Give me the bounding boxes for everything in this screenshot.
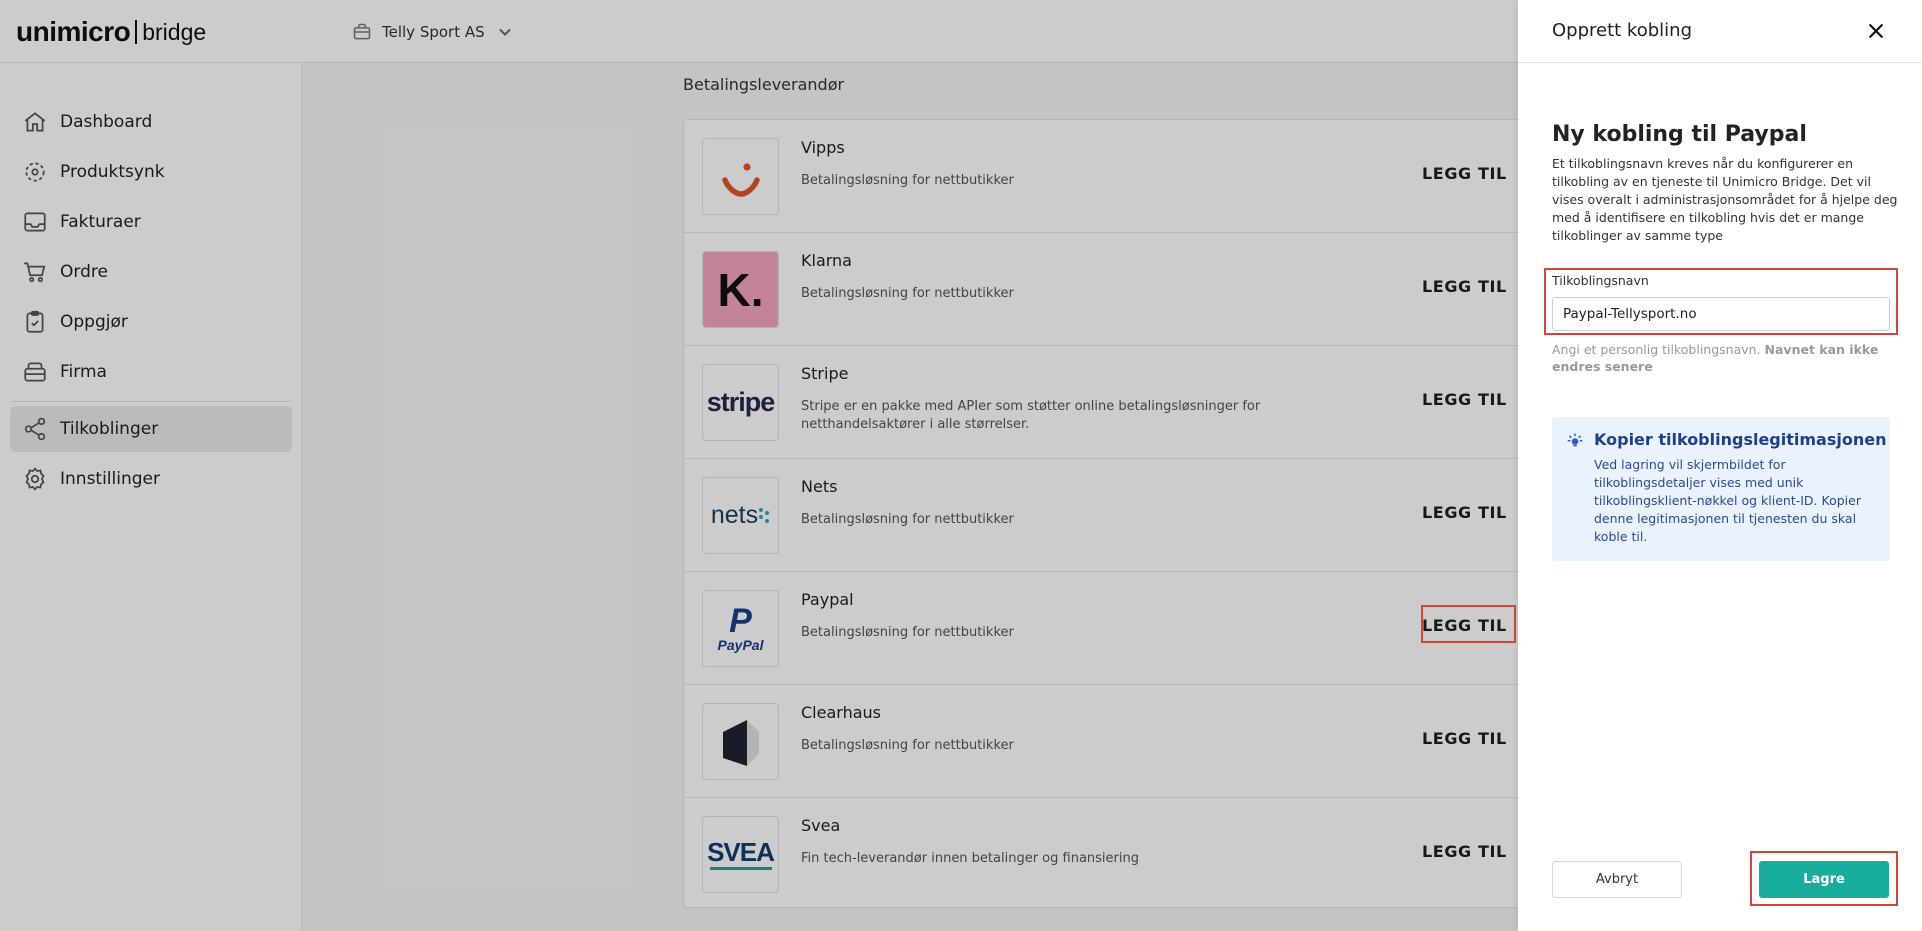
connection-name-input[interactable] <box>1552 297 1890 331</box>
info-box-text: Ved lagring vil skjermbildet for tilkobl… <box>1594 457 1861 544</box>
drawer-intro-text: Et tilkoblingsnavn kreves når du konfigu… <box>1552 156 1898 243</box>
close-icon <box>1869 23 1883 38</box>
drawer-title: Opprett kobling <box>1552 20 1692 41</box>
save-button[interactable]: Lagre <box>1759 861 1889 898</box>
connection-name-label: Tilkoblingsnavn <box>1552 273 1649 288</box>
cancel-button[interactable]: Avbryt <box>1552 861 1682 898</box>
credentials-info-box: Kopier tilkoblingslegitimasjonen Ved lag… <box>1552 417 1890 561</box>
drawer-header: Opprett kobling <box>1518 0 1922 63</box>
lightbulb-icon <box>1567 433 1583 447</box>
connection-name-hint: Angi et personlig tilkoblingsnavn. Navne… <box>1552 342 1879 374</box>
create-connection-drawer: Opprett kobling Ny kobling til Paypal Et… <box>1518 0 1922 931</box>
drawer-heading: Ny kobling til Paypal <box>1552 122 1807 147</box>
info-box-title: Kopier tilkoblingslegitimasjonen <box>1594 430 1887 449</box>
close-drawer-button[interactable] <box>1862 18 1890 46</box>
